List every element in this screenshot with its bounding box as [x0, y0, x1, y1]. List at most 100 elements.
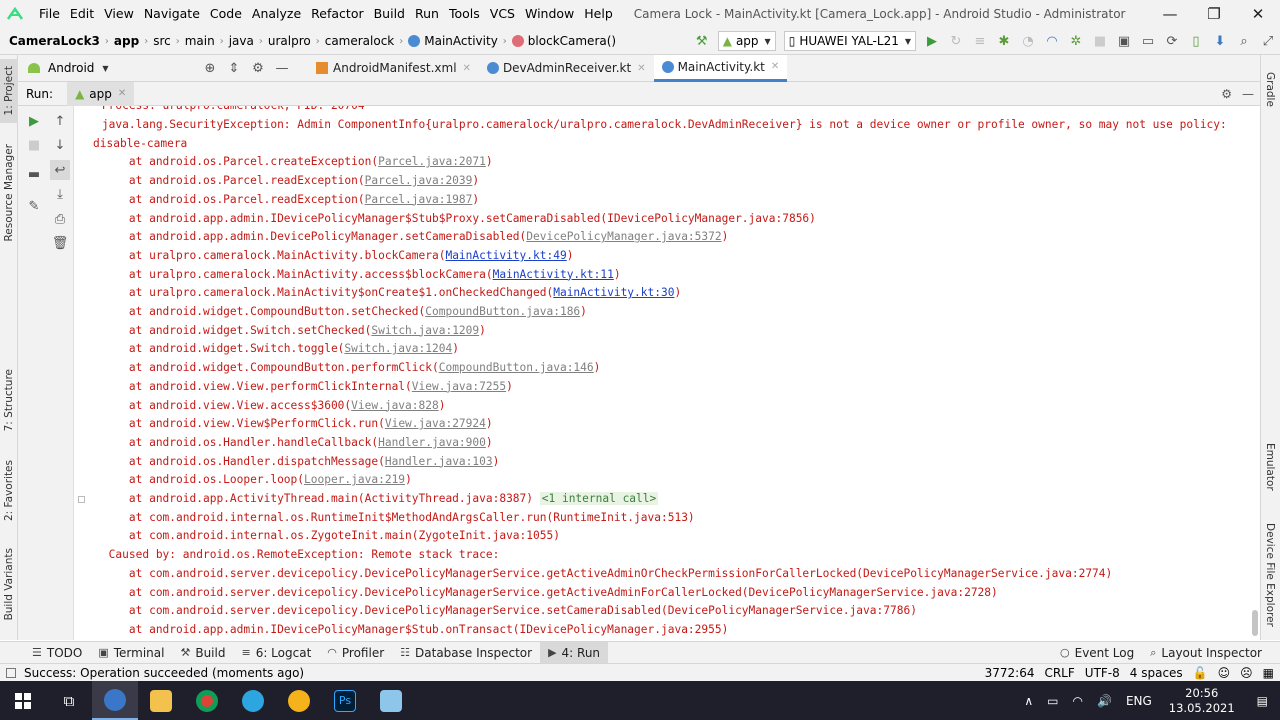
source-link[interactable]: CompoundButton.java:146 — [439, 361, 594, 374]
source-link[interactable]: View.java:7255 — [412, 380, 506, 393]
taskbar-android-studio[interactable] — [92, 681, 138, 720]
taskbar-notepad[interactable] — [368, 681, 414, 720]
source-link[interactable]: Switch.java:1204 — [344, 342, 452, 355]
device-select[interactable]: ▯ HUAWEI YAL-L21 ▼ — [783, 31, 916, 51]
menu-tools[interactable]: Tools — [444, 0, 485, 28]
source-link[interactable]: MainActivity.kt:49 — [445, 249, 566, 262]
internal-call-fold[interactable]: <1 internal call> — [539, 492, 659, 505]
tool-window-structure[interactable]: 7: Structure — [0, 363, 18, 437]
locate-icon[interactable]: ⊕ — [199, 57, 221, 79]
print-icon[interactable]: ⎙ — [50, 209, 70, 229]
sdk-manager-icon[interactable]: ⬇ — [1209, 30, 1231, 52]
run-icon[interactable]: ▶ — [921, 30, 943, 52]
tool-window-project[interactable]: 1: Project — [0, 59, 18, 123]
close-tab-icon[interactable]: ✕ — [463, 63, 471, 74]
breadcrumb-item-subpackage[interactable]: cameralock — [322, 34, 398, 48]
source-link[interactable]: Parcel.java:2071 — [378, 155, 486, 168]
volume-icon[interactable]: 🔊 — [1090, 694, 1119, 708]
attach-profiler-icon[interactable]: ✲ — [1065, 30, 1087, 52]
apply-changes-icon[interactable]: ↻ — [945, 30, 967, 52]
project-structure-icon[interactable]: ▣ — [1113, 30, 1135, 52]
frown-icon[interactable]: ☹ — [1240, 666, 1253, 680]
gear-icon[interactable]: ⚙ — [247, 57, 269, 79]
attach-debugger-icon[interactable]: ◠ — [1041, 30, 1063, 52]
memory-icon[interactable]: ▦ — [1263, 666, 1274, 680]
language-indicator[interactable]: ENG — [1119, 694, 1159, 708]
pin-icon[interactable]: ✎ — [24, 196, 44, 216]
chevron-up-icon[interactable]: ∧ — [1017, 694, 1040, 708]
breadcrumb-item-package[interactable]: uralpro — [265, 34, 314, 48]
tool-window-device-file-explorer[interactable]: Device File Explorer — [1260, 519, 1280, 631]
tab-dev-admin-receiver[interactable]: DevAdminReceiver.kt ✕ — [479, 55, 654, 82]
close-tab-icon[interactable]: ✕ — [118, 88, 126, 99]
menu-run[interactable]: Run — [410, 0, 444, 28]
indent-setting[interactable]: 4 spaces — [1130, 666, 1183, 680]
project-view-select[interactable]: Android ▼ — [18, 61, 198, 75]
toggle-tool-windows-icon[interactable] — [6, 667, 16, 678]
source-link[interactable]: Handler.java:900 — [378, 436, 486, 449]
source-link[interactable]: Parcel.java:1987 — [365, 193, 473, 206]
taskbar-photoshop[interactable]: Ps — [322, 681, 368, 720]
run-console[interactable]: Process: uralpro.cameralock, PID: 20704 … — [75, 106, 1250, 640]
avd-manager-icon[interactable]: ▯ — [1185, 30, 1207, 52]
run-config-select[interactable]: ▲ app ▼ — [717, 31, 776, 51]
menu-vcs[interactable]: VCS — [485, 0, 520, 28]
tool-window-gradle[interactable]: Gradle — [1260, 61, 1280, 117]
collapse-icon[interactable]: ⇕ — [223, 57, 245, 79]
layout-icon[interactable]: ▭ — [1137, 30, 1159, 52]
smile-icon[interactable]: ☺ — [1218, 666, 1231, 680]
search-icon[interactable]: ⌕ — [1233, 30, 1255, 52]
breadcrumb-item-main[interactable]: main — [182, 34, 218, 48]
tab-logcat[interactable]: ≡ 6: Logcat — [233, 642, 319, 664]
line-separator[interactable]: CRLF — [1044, 666, 1074, 680]
menu-view[interactable]: View — [99, 0, 139, 28]
tab-terminal[interactable]: ▣ Terminal — [90, 642, 172, 664]
source-link[interactable]: View.java:27924 — [385, 417, 486, 430]
source-link[interactable]: MainActivity.kt:30 — [553, 286, 674, 299]
tab-event-log[interactable]: ○ Event Log — [1052, 642, 1142, 664]
stop-icon[interactable]: ■ — [1089, 30, 1111, 52]
menu-file[interactable]: File — [34, 0, 65, 28]
scroll-to-end-icon[interactable]: ⤓ — [50, 184, 70, 204]
start-button[interactable] — [0, 681, 46, 720]
close-tab-icon[interactable]: ✕ — [637, 63, 645, 74]
tab-todo[interactable]: ☰ TODO — [24, 642, 90, 664]
task-view-button[interactable]: ⧉ — [46, 681, 92, 720]
source-link[interactable]: DevicePolicyManager.java:5372 — [526, 230, 721, 243]
rerun-icon[interactable]: ▶ — [24, 111, 44, 131]
menu-code[interactable]: Code — [205, 0, 247, 28]
tool-window-resource-manager[interactable]: Resource Manager — [0, 143, 18, 243]
tool-window-build-variants[interactable]: Build Variants — [0, 545, 18, 623]
layout-icon[interactable]: ▬ — [24, 164, 44, 184]
taskbar-chrome[interactable] — [184, 681, 230, 720]
debug-icon[interactable]: ✱ — [993, 30, 1015, 52]
tool-window-favorites[interactable]: 2: Favorites — [0, 455, 18, 525]
source-link[interactable]: CompoundButton.java:186 — [425, 305, 580, 318]
menu-edit[interactable]: Edit — [65, 0, 99, 28]
stop-icon[interactable]: ■ — [24, 135, 44, 155]
source-link[interactable]: View.java:828 — [351, 399, 439, 412]
source-link[interactable]: Handler.java:103 — [385, 455, 493, 468]
caret-position[interactable]: 3772:64 — [985, 666, 1035, 680]
status-message[interactable]: Success: Operation succeeded (moments ag… — [24, 666, 304, 680]
wifi-icon[interactable]: ◠ — [1066, 694, 1090, 708]
tab-database-inspector[interactable]: ☷ Database Inspector — [392, 642, 540, 664]
menu-build[interactable]: Build — [369, 0, 410, 28]
apply-code-changes-icon[interactable]: ≡ — [969, 30, 991, 52]
file-encoding[interactable]: UTF-8 — [1085, 666, 1120, 680]
tab-layout-inspector[interactable]: ⌕ Layout Inspector — [1142, 642, 1270, 664]
up-arrow-icon[interactable]: ↑ — [50, 111, 70, 131]
soft-wrap-icon[interactable]: ↩ — [50, 160, 70, 180]
breadcrumb-item-project[interactable]: CameraLock3 — [6, 34, 103, 48]
trash-icon[interactable]: 🗑 — [50, 233, 70, 253]
tab-android-manifest[interactable]: AndroidManifest.xml ✕ — [308, 55, 479, 82]
expand-icon[interactable]: ⤢ — [1257, 30, 1279, 52]
breadcrumb-item-java[interactable]: java — [226, 34, 257, 48]
source-link[interactable]: Looper.java:219 — [304, 473, 405, 486]
close-tab-icon[interactable]: ✕ — [771, 61, 779, 72]
menu-refactor[interactable]: Refactor — [306, 0, 368, 28]
tab-run[interactable]: ▶ 4: Run — [540, 641, 609, 664]
console-scrollbar[interactable] — [1252, 108, 1258, 638]
taskbar-app-triangle[interactable] — [276, 681, 322, 720]
battery-icon[interactable]: ▭ — [1040, 694, 1065, 708]
